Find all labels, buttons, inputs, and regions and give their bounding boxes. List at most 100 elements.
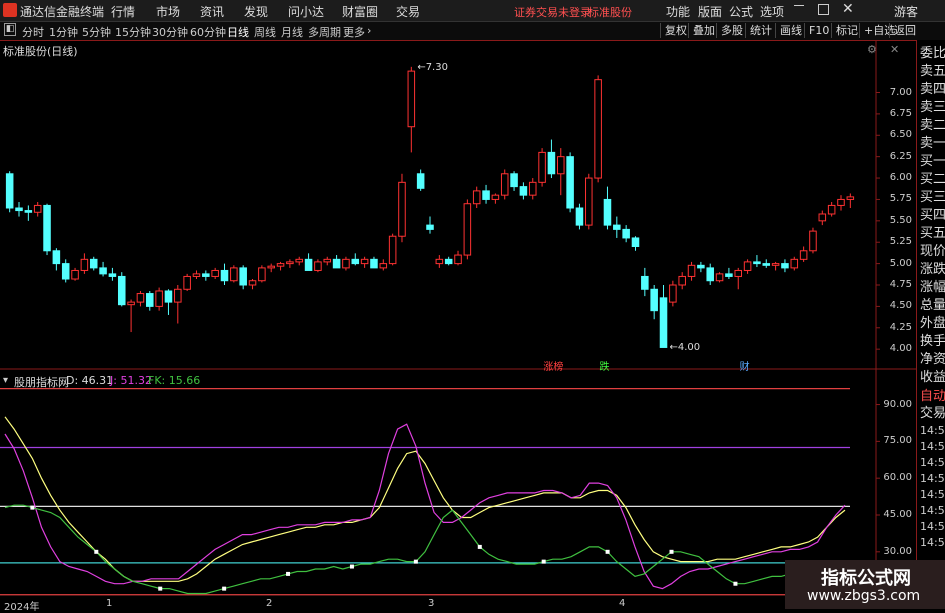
menu-hangqing[interactable]: 行情 (111, 3, 135, 20)
side-sell4[interactable]: 卖四 (920, 81, 945, 98)
menu-xuanxiang[interactable]: 选项 (760, 3, 784, 20)
side-trade-tab[interactable]: 交易 (920, 405, 945, 422)
indicator-name[interactable]: 股朋指标网 (14, 374, 69, 390)
menu-bar: 通达信金融终端 行情 市场 资讯 发现 问小达 财富圈 交易 证券交易未登录 标… (0, 0, 945, 22)
indicator-fk-value: FK: 15.66 (148, 374, 201, 387)
side-sell1[interactable]: 卖一 (920, 135, 945, 152)
period-15min[interactable]: 15分钟 (115, 24, 151, 40)
login-status[interactable]: 证券交易未登录 (514, 4, 591, 20)
indicator-tick-label: 75.00 (883, 435, 912, 447)
series-line-D (4, 416, 846, 582)
menu-gongshi[interactable]: 公式 (729, 3, 753, 20)
candlestick-chart[interactable]: 标准股份(日线) ⚙ ✕ ←7.30 ←4.00 涨榜 跌 财 4.00 4.25… (0, 40, 916, 373)
period-1min[interactable]: 1分钟 (49, 24, 78, 40)
minimize-icon[interactable] (794, 5, 804, 7)
period-5min[interactable]: 5分钟 (82, 24, 111, 40)
candle-body (295, 258, 304, 263)
candle-body (678, 275, 686, 286)
menu-wenxiaoda[interactable]: 问小达 (288, 3, 324, 20)
candle-body (781, 263, 789, 269)
candle-body (753, 261, 761, 265)
period-fenshi[interactable]: 分时 (22, 24, 44, 40)
menu-faxian[interactable]: 发现 (244, 3, 268, 20)
watermark: 指标公式网 www.zbgs3.com (785, 560, 945, 609)
period-multi[interactable]: 多周期 (308, 24, 341, 40)
btn-f10[interactable]: F10 (804, 23, 833, 38)
fk-marker (605, 549, 610, 554)
candle-body (669, 284, 677, 303)
side-sell2[interactable]: 卖二 (920, 117, 945, 134)
candle-body (127, 301, 135, 306)
period-monthly[interactable]: 月线 (281, 24, 303, 40)
menu-gongneng[interactable]: 功能 (666, 3, 690, 20)
btn-tongji[interactable]: 统计 (745, 23, 776, 38)
x-axis-month-4: 4 (619, 598, 626, 609)
candle-body (818, 213, 827, 222)
menu-zixun[interactable]: 资讯 (200, 3, 224, 20)
period-daily[interactable]: 日线 (227, 24, 249, 40)
btn-duogu[interactable]: 多股 (716, 23, 747, 38)
fk-marker (349, 564, 354, 569)
menu-jiaoyi[interactable]: 交易 (396, 3, 420, 20)
side-buy4[interactable]: 买四 (920, 207, 945, 224)
side-buy5[interactable]: 买五 (920, 225, 945, 242)
side-buy1[interactable]: 买一 (920, 153, 945, 170)
period-weekly[interactable]: 周线 (254, 24, 276, 40)
settings-icon[interactable]: ⚙ (867, 43, 877, 56)
period-60min[interactable]: 60分钟 (190, 24, 226, 40)
candle-body (715, 273, 724, 282)
maximize-icon[interactable] (818, 4, 829, 15)
price-tick-label: 7.00 (889, 86, 912, 98)
btn-fuquan[interactable]: 复权 (660, 23, 691, 38)
btn-huaxian[interactable]: 画线 (775, 23, 806, 38)
price-tick-label: 4.75 (889, 279, 912, 290)
price-tick-label: 5.75 (889, 193, 912, 205)
price-tick-label: 5.50 (889, 214, 912, 226)
period-more[interactable]: 更多 (343, 24, 365, 40)
indicator-chart[interactable]: ▾ 股朋指标网 D: 46.31 J: 51.32 FK: 15.66 30.0… (0, 370, 916, 598)
more-chevron-icon[interactable]: › (367, 24, 371, 37)
x-axis-month-3: 3 (428, 598, 435, 609)
candle-body (650, 288, 658, 312)
period-30min[interactable]: 30分钟 (152, 24, 188, 40)
menu-shichang[interactable]: 市场 (156, 3, 180, 20)
side-buy2[interactable]: 买二 (920, 171, 945, 188)
fk-marker (413, 559, 418, 564)
candle-body (622, 228, 630, 239)
btn-fanhui[interactable]: 返回 (889, 23, 920, 38)
side-buy3[interactable]: 买三 (920, 189, 945, 206)
candlestick-plot[interactable] (0, 40, 916, 370)
candle-body (510, 173, 518, 188)
menu-banmian[interactable]: 版面 (698, 3, 722, 20)
menu-caifuquan[interactable]: 财富圈 (342, 3, 378, 20)
chart-close-icon[interactable]: ✕ (890, 43, 899, 56)
side-sell5[interactable]: 卖五 (920, 63, 945, 80)
close-icon[interactable]: ✕ (842, 1, 854, 17)
tick-time: 14:56 (920, 456, 945, 469)
candle-body (809, 230, 817, 252)
candle-body (276, 263, 285, 267)
indicator-chevron-icon[interactable]: ▾ (3, 375, 8, 386)
side-auto-tab[interactable]: 自动 (920, 388, 945, 405)
side-sell3[interactable]: 卖三 (920, 99, 945, 116)
candle-body (547, 151, 556, 175)
candle-body (5, 173, 14, 209)
side-shouyi: 收益 (920, 370, 945, 385)
tick-time: 14:56 (920, 520, 945, 533)
fk-marker (286, 571, 291, 576)
btn-diejia[interactable]: 叠加 (688, 23, 719, 38)
panel-toggle-icon[interactable]: ◧ (4, 23, 16, 36)
btn-biaoji[interactable]: 标记 (831, 23, 862, 38)
price-tick-label: 6.50 (889, 129, 912, 141)
x-axis-month-1: 1 (106, 598, 113, 609)
stock-name-top: 标准股份 (588, 6, 632, 19)
candle-body (61, 263, 70, 280)
candle-body (500, 173, 509, 196)
side-xianjia: 现价 (920, 244, 945, 259)
side-zhangdie: 涨跌 (920, 262, 945, 277)
watermark-url: www.zbgs3.com (807, 588, 921, 604)
candle-body (566, 156, 574, 209)
candle-body (248, 280, 257, 286)
indicator-plot[interactable] (0, 370, 916, 598)
user-label[interactable]: 游客 (894, 3, 918, 20)
